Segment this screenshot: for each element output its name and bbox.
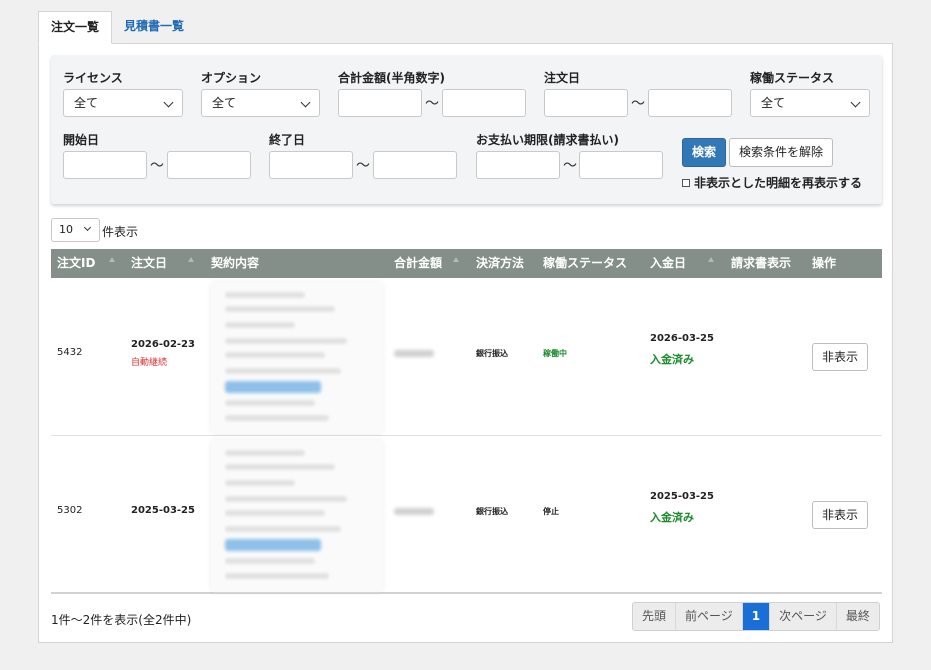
chevron-down-icon	[163, 97, 174, 108]
paid-status: 入金済み	[650, 511, 694, 524]
clear-filters-button[interactable]: 検索条件を解除	[729, 138, 833, 167]
order-date-from-input[interactable]	[544, 89, 628, 117]
header-actions: 操作	[812, 256, 837, 270]
sort-icon[interactable]	[453, 257, 459, 262]
per-page-label: 件表示	[102, 225, 139, 239]
end-date-label: 終了日	[269, 133, 306, 147]
status-badge: 稼働中	[543, 349, 567, 358]
end-date-from-input[interactable]	[269, 151, 353, 179]
license-select-value: 全て	[74, 96, 99, 110]
amount-max-input[interactable]	[442, 89, 526, 117]
payment-due-to-input[interactable]	[579, 151, 663, 179]
table-row: 5302 2025-03-25 銀行振込 停止 2025-03-25 入金済み …	[51, 436, 882, 594]
header-order-id[interactable]: 注文ID	[57, 249, 95, 278]
table-row: 5432 2026-02-23 自動継続 銀行振込 稼働中 2026-03-25…	[51, 278, 882, 436]
amount-label: 合計金額(半角数字)	[338, 71, 445, 85]
total-amount-redacted	[394, 508, 434, 515]
paid-date: 2026-03-25	[650, 333, 714, 344]
chevron-down-icon	[300, 97, 311, 108]
license-select[interactable]: 全て	[63, 89, 183, 117]
pagination: 先頭 前ページ 1 次ページ 最終	[632, 602, 880, 631]
order-id: 5302	[57, 505, 83, 516]
chevron-down-icon	[83, 223, 92, 232]
page-last-button[interactable]: 最終	[837, 603, 879, 630]
start-date-from-input[interactable]	[63, 151, 147, 179]
status-select-value: 全て	[761, 96, 786, 110]
option-label: オプション	[201, 71, 262, 85]
status-select[interactable]: 全て	[750, 89, 870, 117]
tilde: 〜	[425, 96, 439, 112]
payment-due-label: お支払い期限(請求書払い)	[476, 133, 619, 147]
search-filter-box: ライセンス 全て オプション 全て 合計金額(半角数字) 〜 注文日 〜 稼働ス…	[51, 55, 882, 204]
orders-panel: ライセンス 全て オプション 全て 合計金額(半角数字) 〜 注文日 〜 稼働ス…	[38, 43, 893, 643]
order-date-to-input[interactable]	[648, 89, 732, 117]
tilde: 〜	[356, 158, 370, 174]
tab-bar: 注文一覧 見積書一覧	[38, 11, 196, 44]
end-date-to-input[interactable]	[373, 151, 457, 179]
sort-icon[interactable]	[188, 257, 194, 262]
order-date-label: 注文日	[544, 71, 581, 85]
tab-quotes[interactable]: 見積書一覧	[112, 11, 196, 44]
auto-renew-badge: 自動継続	[131, 358, 168, 368]
payment-due-from-input[interactable]	[476, 151, 560, 179]
page-current[interactable]: 1	[742, 603, 771, 630]
hide-row-button[interactable]: 非表示	[812, 501, 868, 529]
header-total[interactable]: 合計金額	[394, 249, 442, 278]
page-next-button[interactable]: 次ページ	[770, 603, 837, 630]
sort-icon[interactable]	[109, 257, 115, 262]
result-summary: 1件〜2件を表示(全2件中)	[51, 613, 192, 627]
order-date: 2025-03-25	[131, 505, 195, 516]
header-contract: 契約内容	[211, 256, 260, 270]
header-payment-method: 決済方法	[476, 256, 525, 270]
per-page-value: 10	[59, 223, 73, 236]
total-amount-redacted	[394, 350, 434, 357]
page-prev-button[interactable]: 前ページ	[676, 603, 743, 630]
option-select[interactable]: 全て	[201, 89, 320, 117]
show-hidden-toggle[interactable]: 非表示とした明細を再表示する	[682, 174, 862, 191]
header-status: 稼働ステータス	[543, 256, 628, 270]
paid-status: 入金済み	[650, 353, 694, 366]
contract-details-redacted	[211, 282, 383, 434]
table-header: 注文ID 注文日 契約内容 合計金額 決済方法 稼働ステータス 入金日 請求書表…	[51, 249, 882, 278]
search-button[interactable]: 検索	[682, 138, 726, 167]
paid-date: 2025-03-25	[650, 491, 714, 502]
start-date-label: 開始日	[63, 133, 100, 147]
start-date-to-input[interactable]	[167, 151, 251, 179]
header-invoice: 請求書表示	[731, 256, 792, 270]
per-page-select[interactable]: 10	[51, 218, 100, 242]
show-hidden-checkbox[interactable]	[682, 178, 690, 187]
contract-details-redacted	[211, 440, 383, 592]
tab-orders[interactable]: 注文一覧	[38, 11, 113, 44]
header-paid-date[interactable]: 入金日	[650, 249, 686, 278]
tilde: 〜	[150, 158, 164, 174]
status-label: 稼働ステータス	[750, 71, 835, 85]
orders-table: 注文ID 注文日 契約内容 合計金額 決済方法 稼働ステータス 入金日 請求書表…	[51, 249, 882, 594]
page-first-button[interactable]: 先頭	[633, 603, 677, 630]
hide-row-button[interactable]: 非表示	[812, 343, 868, 371]
order-id: 5432	[57, 347, 83, 358]
license-label: ライセンス	[63, 71, 123, 85]
option-select-value: 全て	[212, 96, 237, 110]
header-order-date[interactable]: 注文日	[131, 249, 167, 278]
show-hidden-label: 非表示とした明細を再表示する	[694, 176, 863, 190]
status-badge: 停止	[543, 507, 559, 516]
order-date: 2026-02-23	[131, 339, 195, 350]
tilde: 〜	[631, 96, 645, 112]
sort-icon[interactable]	[708, 257, 714, 262]
payment-method: 銀行振込	[476, 349, 508, 358]
chevron-down-icon	[850, 97, 861, 108]
tilde: 〜	[563, 158, 577, 174]
payment-method: 銀行振込	[476, 507, 508, 516]
amount-min-input[interactable]	[338, 89, 422, 117]
